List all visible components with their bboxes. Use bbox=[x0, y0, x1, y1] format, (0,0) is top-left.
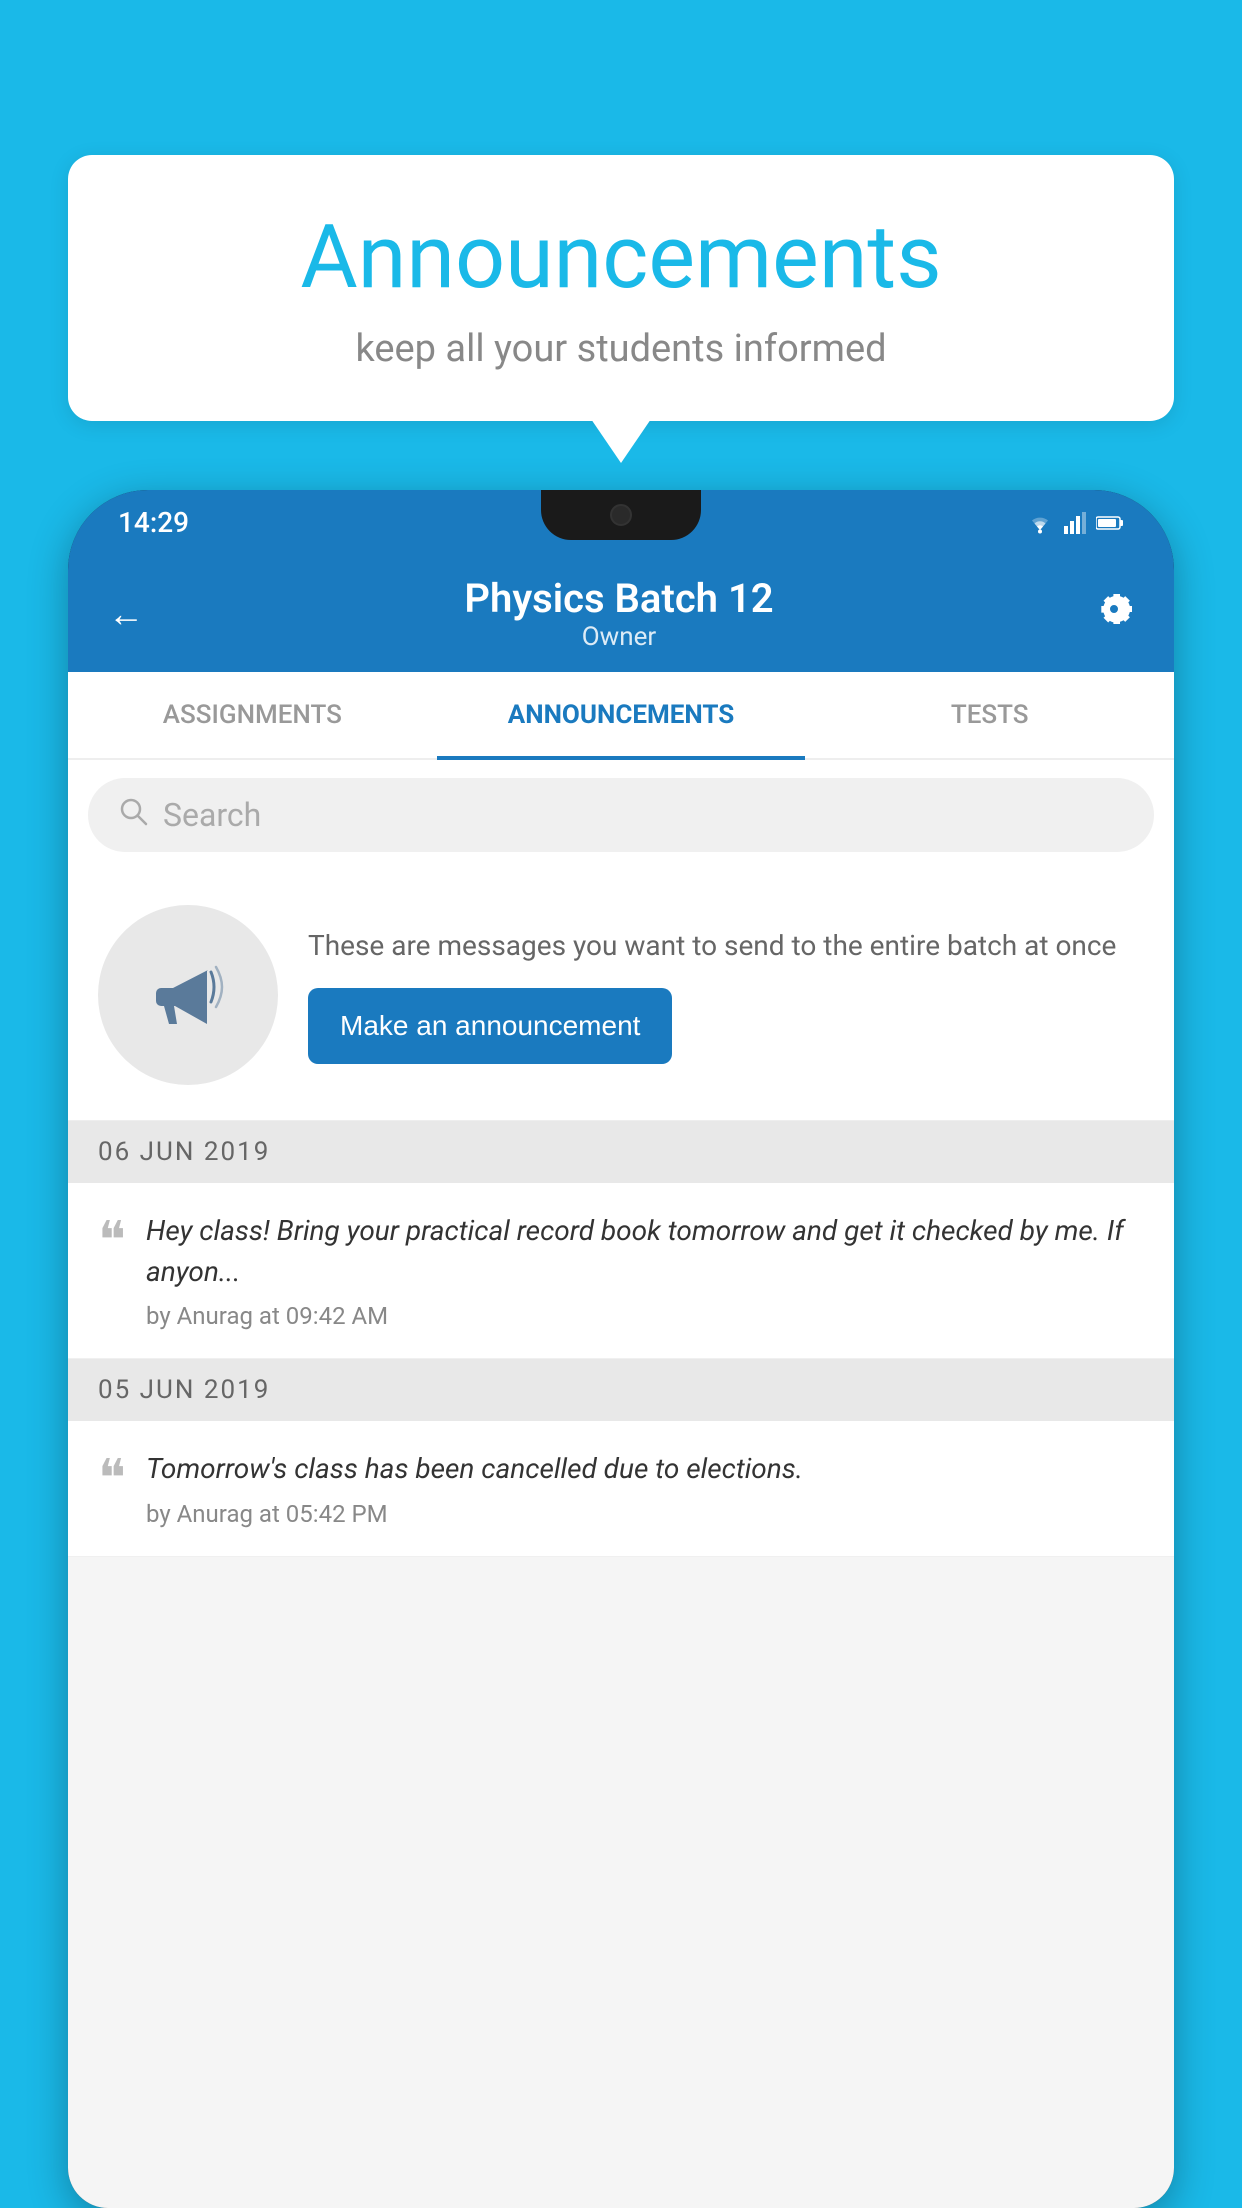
header-subtitle: Owner bbox=[144, 622, 1094, 652]
tab-assignments[interactable]: ASSIGNMENTS bbox=[68, 672, 437, 758]
settings-button[interactable] bbox=[1094, 589, 1134, 638]
announcement-text-block-2: Tomorrow's class has been cancelled due … bbox=[146, 1449, 1144, 1528]
megaphone-icon bbox=[143, 950, 233, 1040]
tab-announcements[interactable]: ANNOUNCEMENTS bbox=[437, 672, 806, 758]
announcement-item-2: ❝ Tomorrow's class has been cancelled du… bbox=[68, 1421, 1174, 1557]
app-header: ← Physics Batch 12 Owner bbox=[68, 555, 1174, 672]
search-icon bbox=[118, 796, 148, 834]
announcement-message-1: Hey class! Bring your practical record b… bbox=[146, 1211, 1144, 1292]
gear-icon bbox=[1094, 589, 1134, 629]
date-divider-1: 06 JUN 2019 bbox=[68, 1121, 1174, 1183]
speech-bubble-title: Announcements bbox=[128, 210, 1114, 307]
phone-content: Search These are messages you want to se… bbox=[68, 760, 1174, 2208]
announcement-message-2: Tomorrow's class has been cancelled due … bbox=[146, 1449, 1144, 1490]
make-announcement-button[interactable]: Make an announcement bbox=[308, 988, 672, 1064]
announcement-author-2: by Anurag at 05:42 PM bbox=[146, 1500, 1144, 1528]
status-time: 14:29 bbox=[118, 506, 189, 539]
search-placeholder-text: Search bbox=[163, 796, 261, 834]
search-magnifier-icon bbox=[118, 796, 148, 826]
announcement-text-block-1: Hey class! Bring your practical record b… bbox=[146, 1211, 1144, 1330]
notch bbox=[541, 490, 701, 540]
speech-bubble: Announcements keep all your students inf… bbox=[68, 155, 1174, 421]
tab-tests[interactable]: TESTS bbox=[805, 672, 1174, 758]
announcement-icon-circle bbox=[98, 905, 278, 1085]
quote-icon-2: ❝ bbox=[98, 1454, 126, 1506]
announcement-prompt: These are messages you want to send to t… bbox=[68, 870, 1174, 1121]
camera bbox=[610, 504, 632, 526]
tabs-bar: ASSIGNMENTS ANNOUNCEMENTS TESTS bbox=[68, 672, 1174, 760]
quote-icon-1: ❝ bbox=[98, 1216, 126, 1268]
back-button[interactable]: ← bbox=[108, 593, 144, 635]
speech-bubble-container: Announcements keep all your students inf… bbox=[68, 155, 1174, 421]
header-title: Physics Batch 12 bbox=[144, 575, 1094, 622]
announcement-right: These are messages you want to send to t… bbox=[308, 926, 1144, 1063]
header-center: Physics Batch 12 Owner bbox=[144, 575, 1094, 652]
battery-icon bbox=[1096, 515, 1124, 531]
status-bar: 14:29 bbox=[68, 490, 1174, 555]
status-icons bbox=[1026, 512, 1124, 534]
signal-icon bbox=[1064, 512, 1086, 534]
search-bar[interactable]: Search bbox=[88, 778, 1154, 852]
announcement-author-1: by Anurag at 09:42 AM bbox=[146, 1302, 1144, 1330]
speech-bubble-subtitle: keep all your students informed bbox=[128, 327, 1114, 371]
announcement-description: These are messages you want to send to t… bbox=[308, 926, 1144, 965]
date-divider-2: 05 JUN 2019 bbox=[68, 1359, 1174, 1421]
wifi-icon bbox=[1026, 512, 1054, 534]
search-bar-container: Search bbox=[68, 760, 1174, 870]
announcement-item-1: ❝ Hey class! Bring your practical record… bbox=[68, 1183, 1174, 1359]
phone-frame: 14:29 bbox=[68, 490, 1174, 2208]
